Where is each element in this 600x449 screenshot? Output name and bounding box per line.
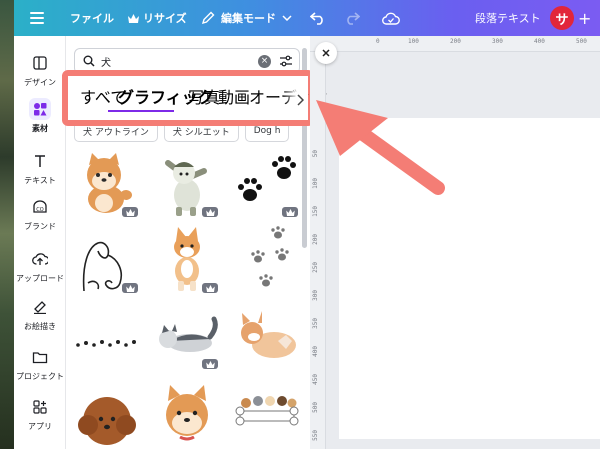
ruler-horizontal: 0 100 200 300 400 500 bbox=[310, 36, 600, 52]
ruler-label: 150 bbox=[312, 206, 319, 217]
side-rail: デザイン 素材 テキスト CO ブランド アップロード お絵描き プロジェクト bbox=[14, 36, 66, 449]
graphic-paw-prints-gray[interactable] bbox=[234, 225, 300, 295]
ruler-label: 550 bbox=[312, 430, 319, 441]
rail-item-design[interactable]: デザイン bbox=[14, 52, 66, 88]
pencil-icon bbox=[201, 11, 215, 25]
search-icon bbox=[83, 55, 95, 67]
close-icon bbox=[322, 49, 330, 57]
filter-sliders-icon[interactable] bbox=[279, 54, 293, 68]
edit-mode-dropdown[interactable]: 編集モード bbox=[201, 0, 292, 36]
premium-crown-icon bbox=[122, 283, 138, 293]
rail-item-text[interactable]: テキスト bbox=[14, 150, 66, 186]
premium-crown-icon bbox=[202, 207, 218, 217]
graphic-paw-trail[interactable] bbox=[74, 301, 140, 371]
top-bar: ファイル リサイズ 編集モード 段落テキスト サ + bbox=[14, 0, 600, 36]
avatar[interactable]: サ bbox=[550, 6, 574, 30]
text-icon bbox=[29, 150, 51, 172]
crown-icon bbox=[128, 13, 139, 23]
design-page[interactable] bbox=[339, 118, 600, 439]
premium-crown-icon bbox=[202, 283, 218, 293]
rail-item-brand[interactable]: CO ブランド bbox=[14, 196, 66, 232]
ruler-vertical: 50 100 150 200 250 300 350 400 450 500 5… bbox=[310, 52, 326, 449]
ruler-label: 0 bbox=[376, 38, 380, 45]
ruler-label: 500 bbox=[576, 38, 587, 45]
graphic-corgi-standing[interactable] bbox=[154, 225, 220, 295]
cloud-sync-icon[interactable] bbox=[382, 0, 400, 36]
ruler-label: 50 bbox=[312, 150, 319, 158]
rail-item-label: プロジェクト bbox=[16, 372, 64, 381]
document-title[interactable]: 段落テキスト bbox=[475, 0, 541, 36]
rail-item-draw[interactable]: お絵描き bbox=[14, 296, 66, 332]
chevron-down-icon bbox=[282, 15, 292, 21]
ruler-label: 350 bbox=[312, 318, 319, 329]
ruler-label: 300 bbox=[312, 290, 319, 301]
resize-button[interactable]: リサイズ bbox=[128, 0, 187, 36]
rail-item-label: ブランド bbox=[24, 222, 56, 231]
upload-icon bbox=[29, 248, 51, 270]
plus-icon[interactable]: + bbox=[578, 0, 591, 36]
premium-crown-icon bbox=[202, 359, 218, 369]
chevron-right-icon[interactable] bbox=[296, 91, 305, 110]
draw-icon bbox=[29, 296, 51, 318]
ruler-label: 250 bbox=[312, 262, 319, 273]
premium-crown-icon bbox=[282, 207, 298, 217]
file-menu-button[interactable]: ファイル bbox=[70, 0, 114, 36]
ruler-label: 200 bbox=[312, 234, 319, 245]
rail-item-label: 素材 bbox=[32, 124, 48, 133]
resize-label: リサイズ bbox=[143, 12, 187, 25]
redo-icon[interactable] bbox=[344, 0, 360, 36]
tab-photos[interactable]: 写真 bbox=[188, 76, 220, 120]
graphic-shiba-face[interactable] bbox=[154, 377, 220, 447]
rail-item-label: テキスト bbox=[24, 176, 56, 185]
ruler-label: 450 bbox=[312, 374, 319, 385]
graphic-poodle-face[interactable] bbox=[74, 377, 140, 447]
rail-item-label: アプリ bbox=[28, 422, 52, 431]
ruler-label: 200 bbox=[450, 38, 461, 45]
graphic-husky-lying[interactable] bbox=[154, 301, 220, 371]
rail-item-elements[interactable]: 素材 bbox=[14, 98, 66, 134]
graphic-dog-dabbing[interactable] bbox=[154, 149, 220, 219]
undo-icon[interactable] bbox=[310, 0, 326, 36]
ruler-label: 100 bbox=[312, 178, 319, 189]
active-tab-indicator bbox=[108, 110, 174, 112]
rail-item-apps[interactable]: アプリ bbox=[14, 396, 66, 432]
apps-icon bbox=[29, 396, 51, 418]
rail-item-projects[interactable]: プロジェクト bbox=[14, 346, 66, 382]
ruler-label: 300 bbox=[492, 38, 503, 45]
premium-crown-icon bbox=[122, 207, 138, 217]
layout-icon bbox=[29, 52, 51, 74]
graphic-dog-line-art[interactable] bbox=[74, 225, 140, 295]
graphic-paw-prints-black[interactable] bbox=[234, 149, 300, 219]
rail-item-label: アップロード bbox=[16, 274, 64, 283]
highlighted-tab-bar: すべて グラフィック 写真 動画 オーディオ bbox=[62, 70, 328, 126]
graphic-dogs-bone-banner[interactable] bbox=[234, 377, 300, 447]
ruler-label: 400 bbox=[534, 38, 545, 45]
desktop-wallpaper-strip bbox=[0, 0, 14, 449]
graphic-shiba-sitting[interactable] bbox=[74, 149, 140, 219]
rail-item-label: デザイン bbox=[24, 78, 56, 87]
clear-search-icon[interactable]: × bbox=[258, 55, 271, 68]
tab-videos[interactable]: 動画 bbox=[218, 76, 250, 120]
close-panel-button[interactable] bbox=[315, 42, 337, 64]
ruler-label: 500 bbox=[312, 402, 319, 413]
ruler-label: 400 bbox=[312, 346, 319, 357]
menu-icon[interactable] bbox=[30, 0, 44, 36]
folder-icon bbox=[29, 346, 51, 368]
svg-text:CO: CO bbox=[36, 207, 43, 213]
search-value: 犬 bbox=[101, 57, 111, 69]
rail-item-label: お絵描き bbox=[24, 322, 56, 331]
brand-icon: CO bbox=[29, 196, 51, 218]
edit-mode-label: 編集モード bbox=[221, 12, 276, 25]
graphic-corgi-lying[interactable] bbox=[234, 301, 300, 371]
elements-icon bbox=[29, 98, 51, 120]
rail-item-upload[interactable]: アップロード bbox=[14, 248, 66, 284]
ruler-label: 100 bbox=[408, 38, 419, 45]
